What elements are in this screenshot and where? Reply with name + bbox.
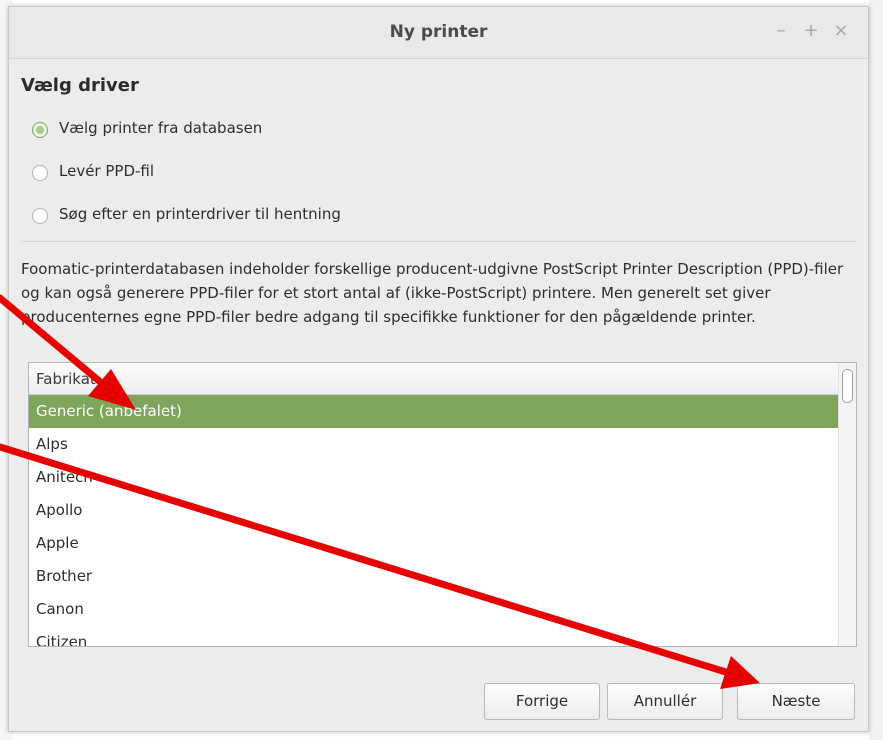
title-bar[interactable]: Ny printer – + × (9, 7, 868, 59)
list-scrollbar[interactable] (838, 363, 856, 646)
list-rows: Generic (anbefalet) Alps Anitech Apollo … (29, 395, 840, 646)
close-icon[interactable]: × (831, 21, 851, 41)
next-button[interactable]: Næste (737, 683, 855, 720)
option-ppd-file-label: Levér PPD-fil (59, 162, 155, 180)
radio-database[interactable] (32, 122, 48, 138)
desktop-background-right (869, 0, 883, 740)
scrollbar-thumb[interactable] (842, 369, 853, 403)
option-database-label: Vælg printer fra databasen (59, 119, 263, 137)
list-item[interactable]: Citizen (29, 626, 840, 646)
radio-ppd-file[interactable] (32, 165, 48, 181)
minimize-icon[interactable]: – (771, 21, 791, 41)
list-item[interactable]: Apple (29, 527, 840, 560)
maximize-icon[interactable]: + (801, 21, 821, 41)
description-text: Foomatic-printerdatabasen indeholder for… (21, 260, 844, 326)
separator (21, 241, 856, 242)
window-title: Ny printer (389, 22, 488, 42)
list-header-manufacturer[interactable]: Fabrikat (29, 363, 840, 395)
list-item[interactable]: Apollo (29, 494, 840, 527)
list-item[interactable]: Alps (29, 428, 840, 461)
list-item[interactable]: Anitech (29, 461, 840, 494)
option-search-driver-label: Søg efter en printerdriver til hentning (59, 205, 341, 223)
manufacturer-list[interactable]: Fabrikat Generic (anbefalet) Alps Anitec… (28, 362, 857, 647)
section-heading: Vælg driver (21, 75, 139, 96)
list-item[interactable]: Brother (29, 560, 840, 593)
back-button[interactable]: Forrige (484, 683, 600, 720)
list-item[interactable]: Canon (29, 593, 840, 626)
new-printer-dialog: Ny printer – + × Vælg driver Vælg printe… (8, 6, 869, 732)
cancel-button[interactable]: Annullér (607, 683, 723, 720)
list-item[interactable]: Generic (anbefalet) (29, 395, 840, 428)
radio-search-driver[interactable] (32, 208, 48, 224)
